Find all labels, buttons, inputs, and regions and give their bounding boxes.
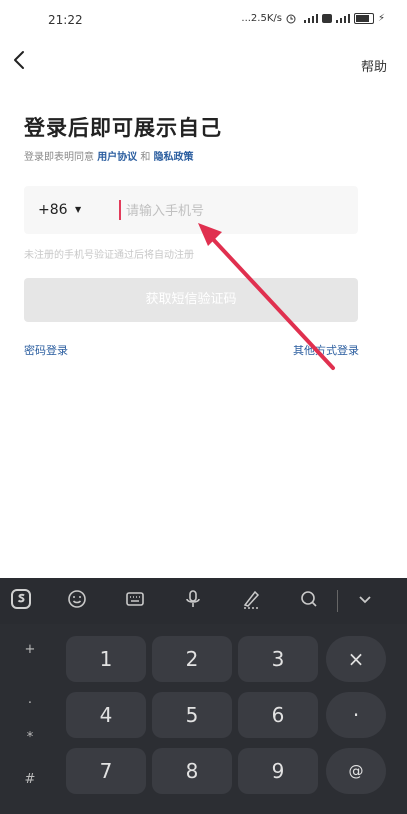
country-code-selector[interactable]: +86 ▼ [38, 202, 81, 218]
collapse-chevron-icon[interactable] [352, 588, 378, 614]
symbol-key-plus[interactable]: + [8, 642, 52, 657]
key-6[interactable]: 6 [238, 692, 318, 738]
alarm-icon [286, 14, 300, 24]
key-2[interactable]: 2 [152, 636, 232, 682]
charging-icon: ⚡ [377, 13, 385, 24]
privacy-policy-link[interactable]: 隐私政策 [154, 152, 194, 163]
country-code: +86 [38, 202, 68, 218]
back-icon[interactable] [8, 48, 32, 72]
toolbar-divider [337, 590, 338, 612]
text-caret [119, 200, 121, 220]
agreement-text: 登录即表明同意 用户协议 和 隐私政策 [24, 148, 194, 163]
wifi-icon [321, 14, 332, 23]
get-sms-code-button[interactable]: 获取短信验证码 [24, 278, 358, 322]
page-title: 登录后即可展示自己 [24, 116, 222, 140]
search-icon[interactable] [296, 588, 322, 614]
key-3[interactable]: 3 [238, 636, 318, 682]
symbol-key-hash[interactable]: # [8, 772, 52, 787]
phone-field[interactable]: +86 ▼ [24, 186, 358, 234]
other-login-link[interactable]: 其他方式登录 [293, 342, 359, 358]
battery-icon [353, 13, 374, 24]
phone-input[interactable] [124, 198, 348, 224]
net-speed: ...2.5K/s [241, 13, 282, 24]
keyboard-icon[interactable] [122, 588, 148, 614]
status-icons: ...2.5K/s ⚡ [241, 13, 385, 24]
status-time: 21:22 [48, 13, 83, 27]
emoji-icon[interactable] [64, 588, 90, 614]
dot-key[interactable]: · [326, 692, 386, 738]
delete-key[interactable]: × [326, 636, 386, 682]
key-7[interactable]: 7 [66, 748, 146, 794]
key-8[interactable]: 8 [152, 748, 232, 794]
signal-icon-1 [303, 14, 318, 23]
signal-icon-2 [335, 14, 350, 23]
key-9[interactable]: 9 [238, 748, 318, 794]
handwriting-icon[interactable] [238, 588, 264, 614]
help-link[interactable]: 帮助 [361, 56, 387, 75]
password-login-link[interactable]: 密码登录 [24, 342, 68, 358]
key-1[interactable]: 1 [66, 636, 146, 682]
at-key[interactable]: @ [326, 748, 386, 794]
register-note: 未注册的手机号验证通过后将自动注册 [24, 250, 194, 261]
microphone-icon[interactable] [180, 588, 206, 614]
key-4[interactable]: 4 [66, 692, 146, 738]
key-5[interactable]: 5 [152, 692, 232, 738]
soft-keyboard: + . * # 1 2 3 × 4 5 6 · 7 8 9 @ [0, 578, 407, 814]
symbol-key-star[interactable]: * [8, 730, 52, 745]
agreement-prefix: 登录即表明同意 [24, 152, 94, 163]
triangle-down-icon: ▼ [75, 205, 82, 214]
sogou-logo-icon[interactable] [8, 588, 34, 614]
symbol-column: + . * # [8, 630, 52, 814]
symbol-key-dot[interactable]: . [8, 692, 52, 707]
user-agreement-link[interactable]: 用户协议 [97, 152, 137, 163]
status-bar: 21:22 ...2.5K/s ⚡ [0, 0, 407, 40]
keyboard-toolbar [0, 578, 407, 624]
agreement-and: 和 [140, 152, 151, 163]
